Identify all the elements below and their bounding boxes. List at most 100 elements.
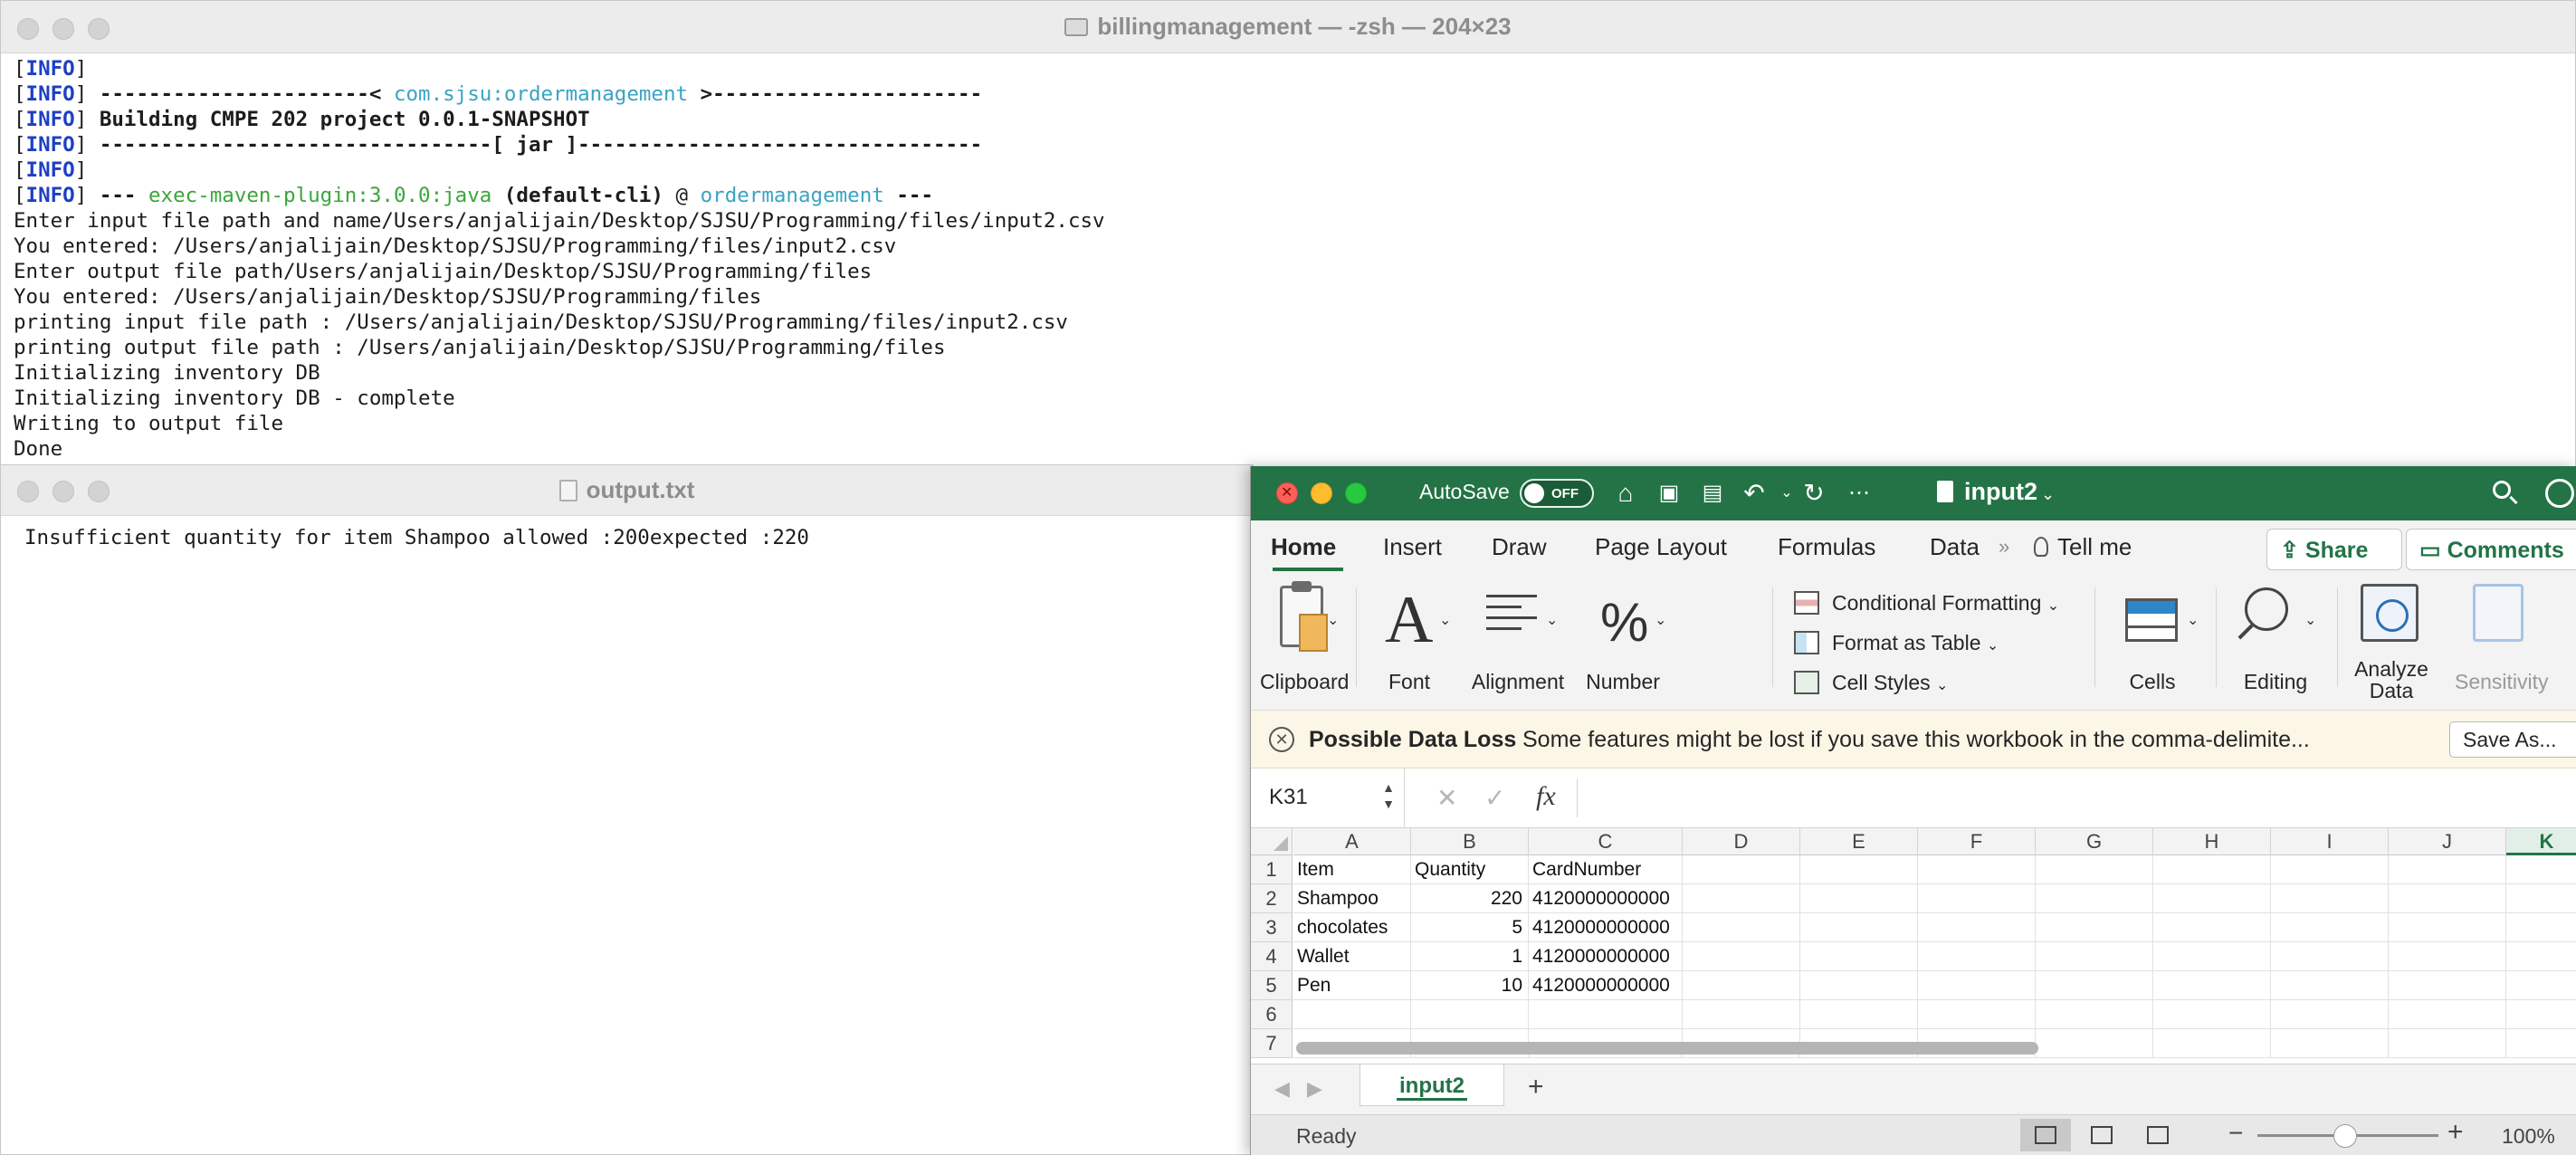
cell-f6[interactable]	[1918, 1000, 2036, 1029]
cell-c6[interactable]	[1529, 1000, 1683, 1029]
column-header-g[interactable]: G	[2036, 828, 2153, 855]
cell-f1[interactable]	[1918, 855, 2036, 884]
save-icon[interactable]: ▣	[1655, 479, 1684, 508]
cell-i4[interactable]	[2271, 942, 2389, 971]
number-group[interactable]: % ⌄ Number	[1582, 575, 1666, 711]
page-layout-view-button[interactable]	[2076, 1119, 2127, 1151]
column-header-e[interactable]: E	[1800, 828, 1918, 855]
cell-d5[interactable]	[1683, 971, 1800, 1000]
more-tabs-icon[interactable]: »	[1999, 535, 2009, 558]
cell-h3[interactable]	[2153, 913, 2271, 942]
clipboard-group[interactable]: ⌄ Clipboard	[1260, 575, 1349, 711]
cell-j4[interactable]	[2389, 942, 2506, 971]
cell-j2[interactable]	[2389, 884, 2506, 913]
sensitivity-button[interactable]: Sensitivity	[2451, 575, 2576, 711]
alignment-group[interactable]: ⌄ Alignment	[1468, 575, 1568, 711]
conditional-formatting-button[interactable]: Conditional Formatting ⌄	[1794, 591, 2059, 616]
text-editor-content[interactable]: Insufficient quantity for item Shampoo a…	[24, 526, 809, 549]
terminal-output[interactable]: [INFO] [INFO] ----------------------< co…	[14, 56, 2575, 462]
cell-f2[interactable]	[1918, 884, 2036, 913]
spreadsheet-grid[interactable]: A B C D E F G H I J K 1 Item Quantity CardNumber 2 Shamp…	[1251, 828, 2576, 1064]
cells-group[interactable]: ⌄ Cells	[2107, 575, 2199, 711]
undo-dropdown-icon[interactable]: ⌄	[1772, 479, 1801, 508]
column-header-a[interactable]: A	[1293, 828, 1411, 855]
zoom-in-button[interactable]: +	[2447, 1117, 2464, 1148]
name-box-stepper-icon[interactable]: ▲ ▼	[1382, 779, 1395, 812]
row-header-4[interactable]: 4	[1251, 942, 1293, 971]
cell-e4[interactable]	[1800, 942, 1918, 971]
cell-styles-button[interactable]: Cell Styles ⌄	[1794, 671, 1948, 695]
cell-k1[interactable]	[2506, 855, 2576, 884]
cell-b4[interactable]: 1	[1411, 942, 1529, 971]
terminal-titlebar[interactable]: billingmanagement — -zsh — 204×23	[1, 1, 2575, 53]
cell-j7[interactable]	[2389, 1029, 2506, 1058]
cell-g5[interactable]	[2036, 971, 2153, 1000]
zoom-out-button[interactable]: −	[2228, 1119, 2243, 1148]
column-header-f[interactable]: F	[1918, 828, 2036, 855]
column-header-h[interactable]: H	[2153, 828, 2271, 855]
row-header-5[interactable]: 5	[1251, 971, 1293, 1000]
sheet-tab-input2[interactable]: input2	[1360, 1064, 1504, 1106]
document-name[interactable]: input2 ⌄	[1937, 478, 2055, 506]
cell-b1[interactable]: Quantity	[1411, 855, 1529, 884]
cell-k6[interactable]	[2506, 1000, 2576, 1029]
text-editor-window[interactable]: output.txt Insufficient quantity for ite…	[0, 464, 1254, 1155]
zoom-button[interactable]	[1345, 482, 1367, 504]
save-as-button[interactable]: Save As...	[2449, 721, 2576, 758]
cell-f3[interactable]	[1918, 913, 2036, 942]
analyze-data-button[interactable]: Analyze Data	[2348, 575, 2435, 711]
cell-d6[interactable]	[1683, 1000, 1800, 1029]
cell-a1[interactable]: Item	[1293, 855, 1411, 884]
autosave-toggle[interactable]: OFF	[1520, 479, 1594, 508]
excel-window[interactable]: AutoSave OFF ⌂ ▣ ▤ ↶ ⌄ ↻ ⋯ input2⌄ Home …	[1250, 466, 2576, 1155]
cell-h6[interactable]	[2153, 1000, 2271, 1029]
cell-a2[interactable]: Shampoo	[1293, 884, 1411, 913]
excel-titlebar[interactable]: AutoSave OFF ⌂ ▣ ▤ ↶ ⌄ ↻ ⋯ input2⌄	[1251, 466, 2576, 520]
share-button[interactable]: ⇪ Share	[2266, 529, 2402, 570]
tell-me[interactable]: Tell me	[2034, 533, 2132, 561]
cell-i2[interactable]	[2271, 884, 2389, 913]
column-header-b[interactable]: B	[1411, 828, 1529, 855]
cell-a4[interactable]: Wallet	[1293, 942, 1411, 971]
enter-icon[interactable]: ✓	[1484, 783, 1505, 813]
tab-insert[interactable]: Insert	[1383, 533, 1442, 561]
cancel-icon[interactable]: ✕	[1436, 783, 1457, 813]
name-box[interactable]: K31 ▲ ▼	[1251, 768, 1405, 828]
cell-d3[interactable]	[1683, 913, 1800, 942]
account-icon[interactable]	[2545, 479, 2574, 508]
previous-sheet-icon[interactable]: ◀	[1274, 1077, 1290, 1101]
cell-g4[interactable]	[2036, 942, 2153, 971]
cell-i3[interactable]	[2271, 913, 2389, 942]
cell-i1[interactable]	[2271, 855, 2389, 884]
cell-g1[interactable]	[2036, 855, 2153, 884]
cell-c4[interactable]: 4120000000000	[1529, 942, 1683, 971]
zoom-level[interactable]: 100%	[2502, 1124, 2555, 1149]
tab-page-layout[interactable]: Page Layout	[1595, 533, 1727, 561]
terminal-window[interactable]: billingmanagement — -zsh — 204×23 [INFO]…	[0, 0, 2576, 471]
cell-k4[interactable]	[2506, 942, 2576, 971]
cell-i5[interactable]	[2271, 971, 2389, 1000]
cell-g7[interactable]	[2036, 1029, 2153, 1058]
add-sheet-button[interactable]: +	[1528, 1072, 1544, 1102]
row-header-7[interactable]: 7	[1251, 1029, 1293, 1058]
cell-a6[interactable]	[1293, 1000, 1411, 1029]
cell-e2[interactable]	[1800, 884, 1918, 913]
undo-icon[interactable]: ↶	[1740, 479, 1769, 508]
column-header-j[interactable]: J	[2389, 828, 2506, 855]
column-header-i[interactable]: I	[2271, 828, 2389, 855]
font-group[interactable]: A ⌄ Font	[1369, 575, 1451, 711]
row-header-6[interactable]: 6	[1251, 1000, 1293, 1029]
cell-e5[interactable]	[1800, 971, 1918, 1000]
cell-d1[interactable]	[1683, 855, 1800, 884]
more-icon[interactable]: ⋯	[1845, 479, 1874, 508]
tab-home[interactable]: Home	[1271, 533, 1336, 561]
cell-a5[interactable]: Pen	[1293, 971, 1411, 1000]
cell-j3[interactable]	[2389, 913, 2506, 942]
cell-a3[interactable]: chocolates	[1293, 913, 1411, 942]
cell-j5[interactable]	[2389, 971, 2506, 1000]
minimize-button[interactable]	[1311, 482, 1332, 504]
cell-k3[interactable]	[2506, 913, 2576, 942]
cell-b6[interactable]	[1411, 1000, 1529, 1029]
cell-k7[interactable]	[2506, 1029, 2576, 1058]
cell-e6[interactable]	[1800, 1000, 1918, 1029]
